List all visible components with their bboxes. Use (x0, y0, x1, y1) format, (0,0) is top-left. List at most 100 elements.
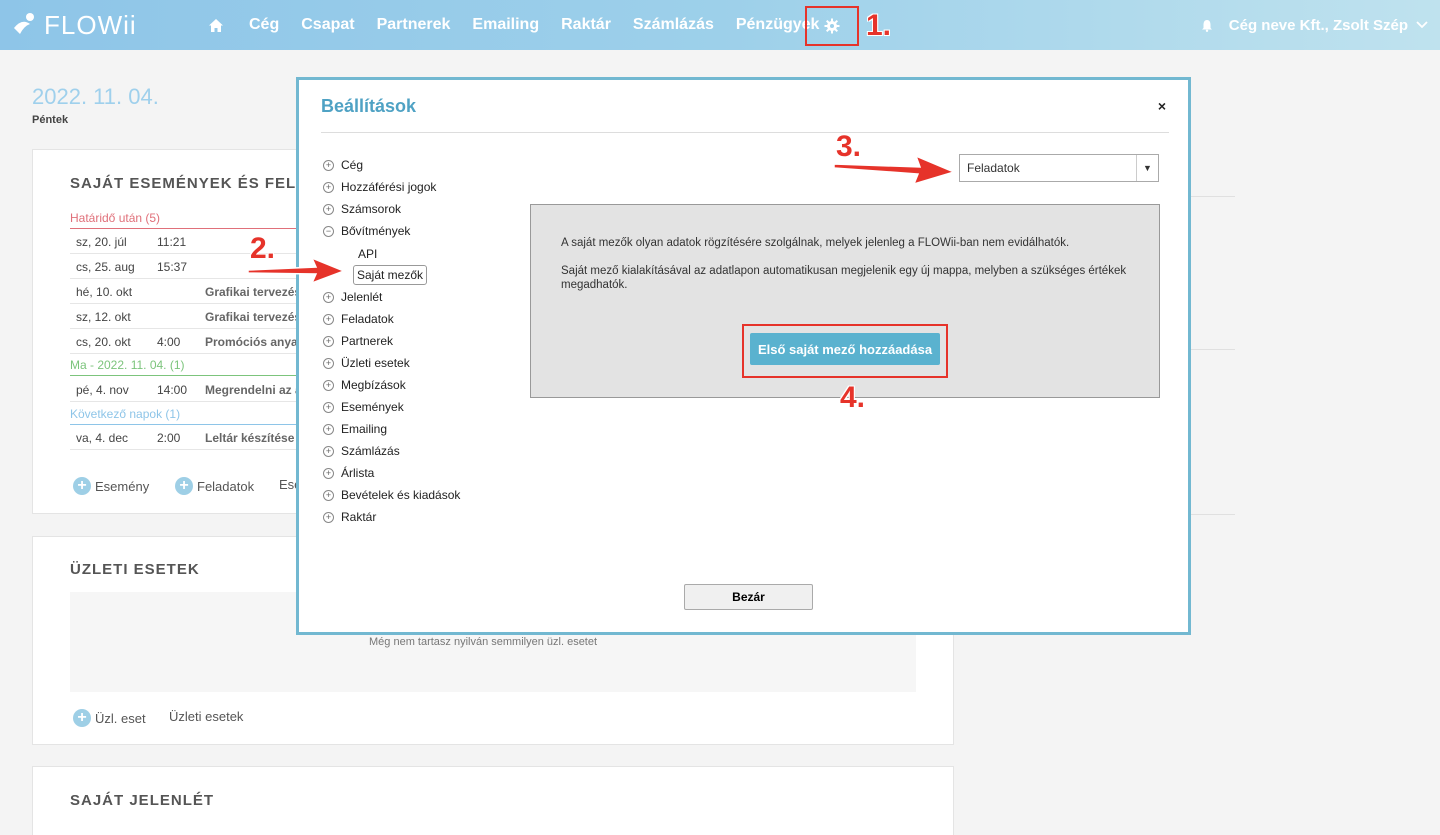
event-date: hé, 10. okt (76, 285, 133, 299)
expand-icon: + (323, 467, 334, 479)
expand-icon: + (323, 159, 334, 171)
nav-ceg[interactable]: Cég (249, 16, 279, 34)
settings-modal: Beállítások × + Cég + Hozzáférési jogok + S… (296, 77, 1191, 635)
main-nav: Cég Csapat Partnerek Emailing Raktár Szá… (200, 0, 830, 50)
logo[interactable]: FLOWii (12, 8, 137, 42)
collapse-icon: − (323, 225, 334, 237)
add-task-link[interactable]: + Feladatok (175, 477, 254, 495)
tree-item-ceg[interactable]: + Cég (323, 156, 363, 174)
nav-partnerek[interactable]: Partnerek (377, 16, 451, 34)
entity-select-value: Feladatok (967, 161, 1020, 175)
expand-icon: + (323, 489, 334, 501)
tree-label: Számsorok (341, 202, 402, 216)
current-date: 2022. 11. 04. (32, 84, 159, 109)
arrow-right-icon (247, 256, 346, 284)
tree-item-megbizasok[interactable]: + Megbízások (323, 376, 406, 394)
close-icon[interactable]: × (1158, 98, 1166, 114)
info-text-1: A saját mezők olyan adatok rögzítésére s… (561, 237, 1070, 249)
add-task-label: Feladatok (197, 478, 255, 494)
add-case-label: Üzl. eset (95, 710, 146, 726)
event-title: Promóciós anyag (205, 335, 306, 349)
tree-item-bevetelek[interactable]: + Bevételek és kiadások (323, 486, 460, 504)
tree-item-feladatok[interactable]: + Feladatok (323, 310, 394, 328)
nav-szamlazas[interactable]: Számlázás (633, 16, 714, 34)
event-row[interactable]: va, 4. dec 2:00 Leltár készítése (70, 425, 310, 450)
event-date: va, 4. dec (76, 431, 129, 445)
arrow-right-icon (833, 154, 956, 186)
plus-icon: + (175, 477, 193, 495)
tree-label: Feladatok (341, 312, 394, 326)
entity-select[interactable]: Feladatok ▼ (959, 154, 1159, 182)
tree-item-uzleti-esetek[interactable]: + Üzleti esetek (323, 354, 410, 372)
event-date: pé, 4. nov (76, 383, 129, 397)
add-case-link[interactable]: + Üzl. eset (73, 709, 146, 727)
tree-label: Árlista (341, 466, 375, 480)
event-title: Megrendelni az a (205, 383, 302, 397)
tree-item-arlista[interactable]: + Árlista (323, 464, 374, 482)
today-divider (70, 375, 310, 376)
nav-csapat[interactable]: Csapat (301, 16, 354, 34)
tree-item-jelenlet[interactable]: + Jelenlét (323, 288, 382, 306)
tree-item-sajat-mezok[interactable]: Saját mezők (353, 265, 428, 285)
tree-label: Üzleti esetek (341, 356, 410, 370)
tree-label: Megbízások (341, 378, 406, 392)
logo-icon (14, 13, 34, 34)
tree-item-api[interactable]: API (358, 247, 377, 261)
top-navbar: FLOWii Cég Csapat Partnerek Emailing Rak… (0, 0, 1440, 50)
tree-label: Hozzáférési jogok (341, 180, 437, 194)
tree-label: Emailing (341, 422, 388, 436)
nav-emailing[interactable]: Emailing (472, 16, 539, 34)
nav-raktar[interactable]: Raktár (561, 16, 611, 34)
tree-item-szamlazas[interactable]: + Számlázás (323, 442, 400, 460)
user-name[interactable]: Cég neve Kft., Zsolt Szép (1229, 17, 1408, 34)
event-row[interactable]: pé, 4. nov 14:00 Megrendelni az a (70, 377, 310, 402)
modal-divider (321, 132, 1169, 133)
cases-list-link[interactable]: Üzleti esetek (169, 709, 243, 724)
bell-icon[interactable] (1201, 19, 1213, 32)
event-time: 4:00 (157, 335, 181, 349)
tree-item-szamsorok[interactable]: + Számsorok (323, 200, 401, 218)
cases-card-title: ÜZLETI ESETEK (70, 561, 200, 578)
chevron-down-icon[interactable] (1416, 21, 1428, 29)
gear-icon (824, 18, 840, 34)
settings-button[interactable] (805, 6, 859, 46)
home-icon[interactable] (200, 0, 232, 50)
event-time: 14:00 (157, 383, 188, 397)
expand-icon: + (323, 445, 334, 457)
tree-item-hozzaferesi-jogok[interactable]: + Hozzáférési jogok (323, 178, 436, 196)
plus-icon: + (73, 709, 91, 727)
event-title: Grafikai tervezés (205, 285, 302, 299)
expand-icon: + (323, 203, 334, 215)
user-menu[interactable]: Cég neve Kft., Zsolt Szép (1201, 0, 1428, 50)
close-button[interactable]: Bezár (684, 584, 813, 610)
expand-icon: + (323, 401, 334, 413)
caret-down-icon[interactable]: ▼ (1136, 155, 1158, 181)
current-day: Péntek (32, 114, 69, 126)
event-date: cs, 20. okt (76, 335, 131, 349)
add-event-link[interactable]: + Esemény (73, 477, 149, 495)
event-date: sz, 20. júl (76, 235, 127, 249)
expand-icon: + (323, 379, 334, 391)
cases-list-label: Üzleti esetek (169, 709, 244, 724)
event-time: 15:37 (157, 260, 188, 274)
tree-item-partnerek[interactable]: + Partnerek (323, 332, 393, 350)
plus-icon: + (73, 477, 91, 495)
modal-title: Beállítások (321, 96, 417, 116)
group-next: Következő napok (1) (70, 407, 181, 421)
step-1-label: 1. (866, 9, 892, 42)
tree-label: Raktár (341, 510, 377, 524)
tree-item-bovitmenyek[interactable]: − Bővítmények (323, 222, 410, 240)
add-first-custom-field-button[interactable]: Első saját mező hozzáadása (750, 333, 940, 365)
expand-icon: + (323, 291, 334, 303)
event-row[interactable]: cs, 20. okt 4:00 Promóciós anyag (70, 329, 310, 354)
expand-icon: + (323, 511, 334, 523)
group-today: Ma - 2022. 11. 04. (1) (70, 358, 185, 372)
event-date: cs, 25. aug (76, 260, 135, 274)
tree-item-esemenyek[interactable]: + Események (323, 398, 404, 416)
tree-label: Partnerek (341, 334, 394, 348)
tree-label: Cég (341, 158, 364, 172)
tree-item-emailing[interactable]: + Emailing (323, 420, 387, 438)
tree-item-raktar[interactable]: + Raktár (323, 508, 376, 526)
event-row[interactable]: sz, 12. okt Grafikai tervezés (70, 304, 310, 329)
presence-card-title: SAJÁT JELENLÉT (70, 792, 215, 809)
